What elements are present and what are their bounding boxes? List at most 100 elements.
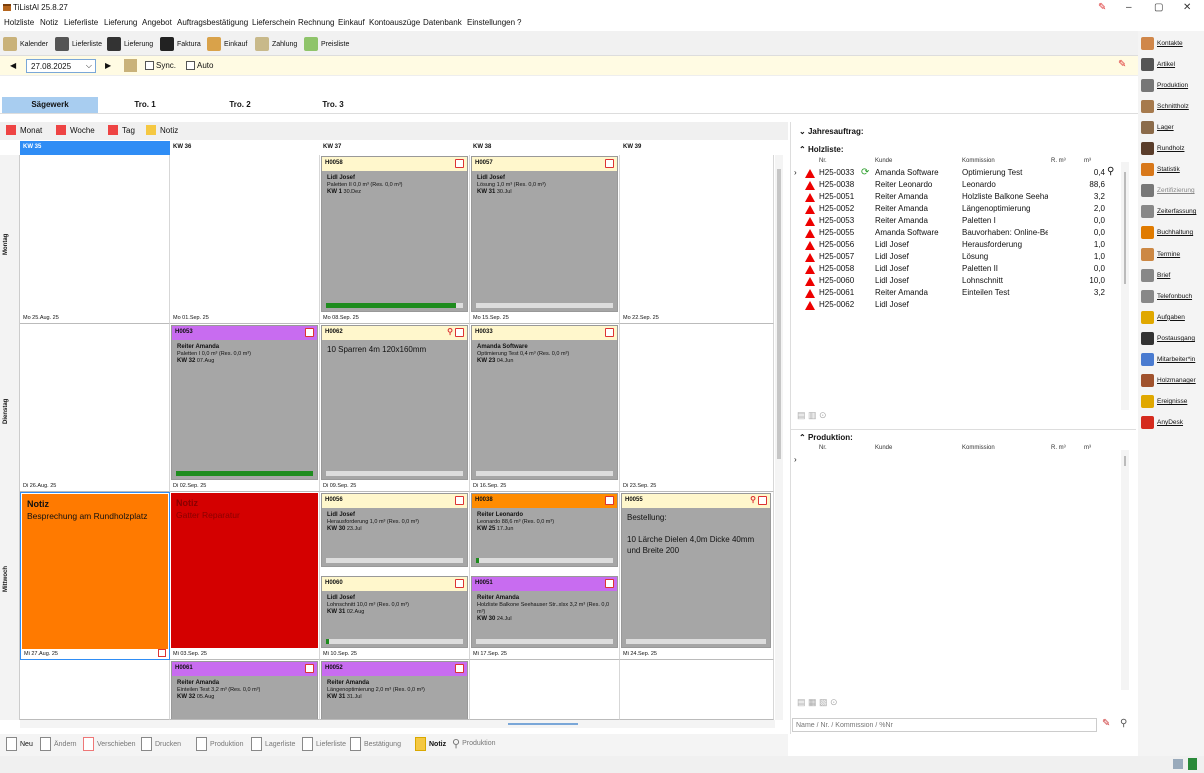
order-card-h0038[interactable]: H0038 Reiter Leonardo Leonardo 88,6 m³ (R… bbox=[471, 493, 618, 567]
search-icon[interactable]: ⚲ bbox=[1120, 718, 1127, 729]
move-button[interactable]: Verschieben bbox=[83, 737, 136, 751]
view-tag[interactable]: Tag bbox=[108, 125, 135, 135]
view-monat[interactable]: Monat bbox=[6, 125, 42, 135]
check-icon[interactable] bbox=[455, 664, 464, 673]
toolbar-lieferung[interactable]: Lieferung bbox=[107, 36, 153, 52]
day-cell[interactable]: H0052 Reiter Amanda Längenoptimierung 2,0… bbox=[320, 660, 470, 720]
close-button[interactable]: ✕ bbox=[1183, 2, 1191, 13]
menu-holzliste[interactable]: Holzliste bbox=[4, 18, 34, 27]
horizontal-scrollbar[interactable] bbox=[20, 720, 775, 728]
sidebar-item-termine[interactable]: Termine bbox=[1141, 245, 1180, 263]
order-card-h0057[interactable]: H0057 Lidl Josef Lösung 1,0 m³ (Res. 0,0 … bbox=[471, 156, 618, 312]
table-row[interactable]: H25-0056 Lidl Josef Herausforderung 1,0 bbox=[791, 239, 1121, 250]
toolbar-kalender[interactable]: Kalender bbox=[3, 36, 48, 52]
toolbar-preisliste[interactable]: Preisliste bbox=[304, 36, 349, 52]
day-cell[interactable]: H0062 ⚲ 10 Sparren 4m 120x160mm Di 09.Sep… bbox=[320, 324, 470, 492]
toolbar-zahlung[interactable]: Zahlung bbox=[255, 36, 297, 52]
view-woche[interactable]: Woche bbox=[56, 125, 95, 135]
calendar-icon[interactable] bbox=[124, 59, 137, 72]
order-card-h0033[interactable]: H0033 Amanda Software Optimierung Test 0,… bbox=[471, 325, 618, 480]
order-card-h0053[interactable]: H0053 Reiter Amanda Paletten I 0,0 m³ (Re… bbox=[171, 325, 318, 480]
sidebar-item-produktion[interactable]: Produktion bbox=[1141, 76, 1188, 94]
sidebar-item-zeiterfassung[interactable]: Zeiterfassung bbox=[1141, 203, 1196, 221]
check-icon[interactable] bbox=[305, 328, 314, 337]
check-icon[interactable] bbox=[455, 496, 464, 505]
day-cell[interactable] bbox=[20, 660, 170, 720]
day-cell[interactable]: H0061 Reiter Amanda Einteilen Test 3,2 m³… bbox=[170, 660, 320, 720]
day-cell[interactable]: H0055 ⚲ Bestellung: 10 Lärche Dielen 4,0m… bbox=[620, 492, 774, 660]
table-row[interactable]: H25-0055 Amanda Software Bauvorhaben: Onli… bbox=[791, 227, 1121, 238]
sidebar-item-holzmanager[interactable]: Holzmanager bbox=[1141, 372, 1196, 390]
menu-angebot[interactable]: Angebot bbox=[142, 18, 172, 27]
database-icon[interactable] bbox=[1188, 758, 1197, 770]
order-card-h0056[interactable]: H0056 Lidl Josef Herausforderung 1,0 m³ (… bbox=[321, 493, 468, 567]
edit-button[interactable]: Ändern bbox=[40, 737, 77, 751]
check-icon[interactable] bbox=[605, 496, 614, 505]
pin-icon[interactable]: ✎ bbox=[1118, 59, 1126, 70]
day-cell[interactable]: Mo 01.Sep. 25 bbox=[170, 155, 320, 324]
chevron-down-icon[interactable]: ⊙ bbox=[830, 697, 838, 707]
refresh-icon[interactable]: ⟳ bbox=[861, 167, 869, 178]
day-cell-today[interactable]: Notiz Besprechung am Rundholzplatz Mi 27… bbox=[20, 492, 170, 660]
sidebar-item-schnittholz[interactable]: Schnittholz bbox=[1141, 97, 1189, 115]
check-icon[interactable] bbox=[605, 159, 614, 168]
toolbar-faktura[interactable]: Faktura bbox=[160, 36, 201, 52]
table-row[interactable]: H25-0058 Lidl Josef Paletten II 0,0 bbox=[791, 263, 1121, 274]
note-card[interactable]: Notiz Besprechung am Rundholzplatz bbox=[22, 494, 168, 649]
menu-datenbank[interactable]: Datenbank bbox=[423, 18, 462, 27]
day-cell[interactable]: Di 23.Sep. 25 bbox=[620, 324, 774, 492]
menu-help[interactable]: ? bbox=[517, 18, 521, 27]
menu-einstellungen[interactable]: Einstellungen bbox=[467, 18, 515, 27]
sidebar-item-telefonbuch[interactable]: Telefonbuch bbox=[1141, 287, 1192, 305]
day-cell[interactable]: H0056 Lidl Josef Herausforderung 1,0 m³ (… bbox=[320, 492, 470, 660]
sidebar-item-brief[interactable]: Brief bbox=[1141, 266, 1170, 284]
table-row[interactable]: H25-0033 Amanda Software Optimierung Test 0… bbox=[791, 167, 1121, 178]
tab-tro2[interactable]: Tro. 2 bbox=[192, 97, 288, 113]
day-cell[interactable]: H0058 Lidl Josef Paletten II 0,0 m³ (Res.… bbox=[320, 155, 470, 324]
note-card[interactable]: Notiz Gatter Reparatur bbox=[171, 493, 318, 648]
sidebar-item-ereignisse[interactable]: Ereignisse bbox=[1141, 393, 1187, 411]
tab-tro3[interactable]: Tro. 3 bbox=[285, 97, 381, 113]
table-row[interactable]: H25-0061 Reiter Amanda Einteilen Test 3,2 bbox=[791, 287, 1121, 298]
notiz-button[interactable]: Notiz bbox=[415, 737, 446, 751]
paperclip-icon[interactable]: ⚲ bbox=[750, 495, 756, 504]
lieferliste-button[interactable]: Lieferliste bbox=[302, 737, 346, 751]
minimize-button[interactable]: – bbox=[1126, 2, 1132, 13]
holzliste-header[interactable]: ⌃ Holzliste: bbox=[791, 142, 1136, 157]
vertical-scrollbar[interactable] bbox=[775, 155, 783, 720]
sidebar-item-zertifizierung[interactable]: Zertifizierung bbox=[1141, 182, 1195, 200]
table-row[interactable]: H25-0060 Lidl Josef Lohnschnitt 10,0 bbox=[791, 275, 1121, 286]
produktion-button[interactable]: Produktion bbox=[196, 737, 243, 751]
truck-icon[interactable]: ▦ bbox=[808, 697, 819, 707]
table-row[interactable]: H25-0038 Reiter Leonardo Leonardo 88,6 bbox=[791, 179, 1121, 190]
order-card-h0058[interactable]: H0058 Lidl Josef Paletten II 0,0 m³ (Res.… bbox=[321, 156, 468, 312]
view-notiz[interactable]: Notiz bbox=[146, 125, 178, 135]
check-icon[interactable] bbox=[455, 159, 464, 168]
day-cell[interactable]: H0057 Lidl Josef Lösung 1,0 m³ (Res. 0,0 … bbox=[470, 155, 620, 324]
day-cell[interactable]: Mo 25.Aug. 25 bbox=[20, 155, 170, 324]
sidebar-item-artikel[interactable]: Artikel bbox=[1141, 55, 1175, 73]
table-icon[interactable]: ▥ bbox=[808, 410, 819, 420]
sidebar-item-postausgang[interactable]: Postausgang bbox=[1141, 329, 1195, 347]
scrollbar-thumb[interactable] bbox=[777, 169, 781, 459]
day-cell[interactable]: H0038 Reiter Leonardo Leonardo 88,6 m³ (R… bbox=[470, 492, 620, 660]
order-card-h0051[interactable]: H0051 Reiter Amanda Holzliste Balkone See… bbox=[471, 576, 618, 648]
order-card-h0061[interactable]: H0061 Reiter Amanda Einteilen Test 3,2 m³… bbox=[171, 661, 318, 719]
next-date-arrow[interactable]: ▶ bbox=[105, 61, 111, 70]
tab-saegewerk[interactable]: Sägewerk bbox=[2, 97, 98, 113]
sidebar-item-statistik[interactable]: Statistik bbox=[1141, 161, 1180, 179]
sidebar-item-lager[interactable]: Lager bbox=[1141, 118, 1174, 136]
sidebar-item-buchhaltung[interactable]: Buchhaltung bbox=[1141, 224, 1193, 242]
search-input[interactable] bbox=[792, 718, 1097, 732]
bestaetigung-button[interactable]: Bestätigung bbox=[350, 737, 401, 751]
day-cell[interactable]: Di 26.Aug. 25 bbox=[20, 324, 170, 492]
tab-tro1[interactable]: Tro. 1 bbox=[97, 97, 193, 113]
print-icon[interactable]: ▤ bbox=[797, 410, 808, 420]
day-cell[interactable] bbox=[470, 660, 620, 720]
check-icon[interactable] bbox=[455, 328, 464, 337]
calendar-icon[interactable] bbox=[158, 649, 166, 657]
new-button[interactable]: Neu bbox=[6, 737, 33, 751]
maximize-button[interactable]: ▢ bbox=[1154, 2, 1163, 13]
forklift-icon[interactable]: ▧ bbox=[819, 697, 830, 707]
check-icon[interactable] bbox=[305, 664, 314, 673]
